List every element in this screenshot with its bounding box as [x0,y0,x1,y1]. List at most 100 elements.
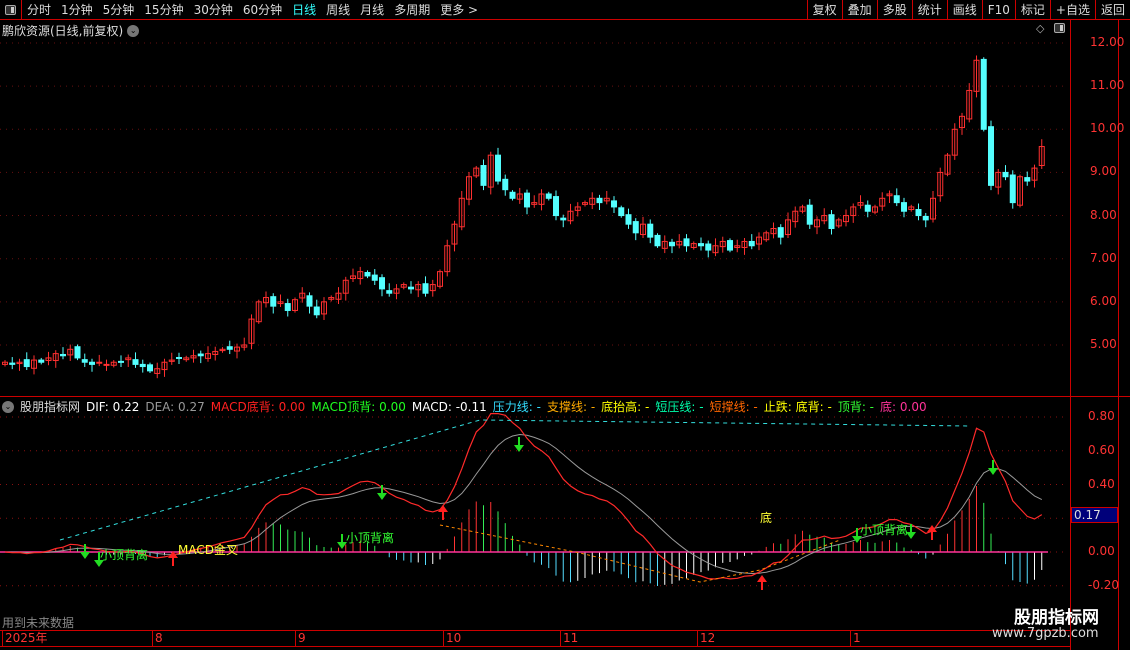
annotation-top-divergence: 小顶背离 [860,523,909,537]
candle-down [139,363,146,368]
candle-down [89,361,95,365]
watermark-name: 股朋指标网 [1014,608,1099,628]
candle-down [270,296,277,307]
arrow-down-icon [988,468,998,475]
candle-up [103,363,110,366]
candle-down [226,346,233,350]
legend-item: 支撑线: - [546,400,596,414]
candle-down [553,196,559,217]
annotation-top-divergence: 小顶背离 [100,548,149,562]
candle-down [509,191,516,199]
watermark-url: www.7gpzb.com [992,626,1099,641]
legend-item: 短压线: - [655,400,704,414]
chevron-down-icon[interactable]: ⌄ [2,400,14,413]
candle-down [480,165,487,186]
legend-item: 压力线: - [492,400,541,414]
candle-down [654,234,661,247]
candle-down [422,283,429,294]
candle-down [502,178,509,191]
candle-down [197,353,204,357]
price-tick-label: 6.00 [1090,293,1117,308]
candle-down [560,217,567,221]
future-data-note: 用到未来数据 [2,616,75,630]
candle-down [364,272,371,277]
candle-down [828,214,835,230]
candle-down [625,214,632,225]
candle-down [9,362,16,365]
date-tick-label: 10 [443,631,461,646]
macd-tick-label: 0.60 [1088,442,1115,457]
candle-down [284,303,291,311]
candle-down [748,240,755,247]
candle-down [524,192,530,208]
candle-down [980,58,987,130]
candle-down [683,238,690,247]
legend-item: 止跌: 底背: - [763,400,832,414]
date-tick-label: 8 [152,631,163,646]
legend-item: DIF: 0.22 [86,399,140,414]
arrow-up-icon [757,575,767,582]
candle-down [60,353,66,357]
candle-down [176,356,182,359]
candle-down [698,243,704,247]
candle-down [379,277,385,290]
candle-down [132,359,139,365]
candle-down [313,306,320,316]
date-tick-label: 1 [850,631,861,646]
candle-down [806,204,813,225]
candle-down [901,202,907,212]
candle-down [647,223,654,238]
pressure-line [59,419,971,541]
legend-item: DEA: 0.27 [145,399,205,414]
candle-down [1024,177,1031,182]
indicator-legend: ⌄ 股朋指标网 DIF: 0.22 DEA: 0.27 MACD底背: 0.00 MA… [2,398,927,415]
candle-down [371,274,378,281]
date-tick-label: 12 [697,631,715,646]
legend-item: MACD顶背: 0.00 [311,400,406,414]
kline-chart[interactable] [0,0,1130,650]
arrow-up-icon [438,505,448,512]
candle-down [118,360,124,363]
candle-down [386,290,393,294]
candle-down [545,193,552,199]
price-tick-label: 9.00 [1090,164,1117,179]
candle-up [96,361,103,364]
macd-tick-label: 0.40 [1088,476,1115,491]
annotation-top-divergence: 小顶背离 [346,531,395,545]
candle-down [74,346,81,359]
date-tick-label: 2025年 [2,631,48,646]
price-tick-label: 8.00 [1090,207,1117,222]
candle-down [632,221,639,234]
macd-tick-label: -0.20 [1088,577,1120,592]
price-tick-label: 11.00 [1090,78,1125,93]
candle-down [611,200,617,208]
price-tick-label: 5.00 [1090,336,1117,351]
candle-down [23,359,30,368]
divider [1118,20,1119,650]
candle-down [669,241,675,247]
date-tick-label: 11 [560,631,578,646]
current-value-label: 0.17 [1071,507,1118,523]
indicator-name[interactable]: 股朋指标网 [20,398,80,415]
legend-item: 底抬高: - [601,400,650,414]
price-tick-label: 10.00 [1090,121,1125,136]
candle-down [306,295,313,307]
candle-down [1009,174,1016,204]
candle-down [147,364,153,372]
candle-down [893,195,900,204]
candle-down [1002,171,1009,178]
legend-item: 顶背: - [837,400,875,414]
candle-down [864,204,871,212]
macd-tick-label: 0.80 [1088,409,1115,423]
legend-item: 底: 0.00 [880,400,927,414]
legend-item: 短撑线: - [709,400,758,414]
arrow-down-icon [377,493,387,500]
macd-tick-label: 0.00 [1088,544,1115,558]
divider [0,396,1130,397]
candle-down [596,197,603,204]
divider [1070,20,1071,650]
candle-down [495,154,501,182]
price-tick-label: 12.00 [1090,35,1125,49]
divider [0,646,1070,647]
candle-down [922,215,929,221]
